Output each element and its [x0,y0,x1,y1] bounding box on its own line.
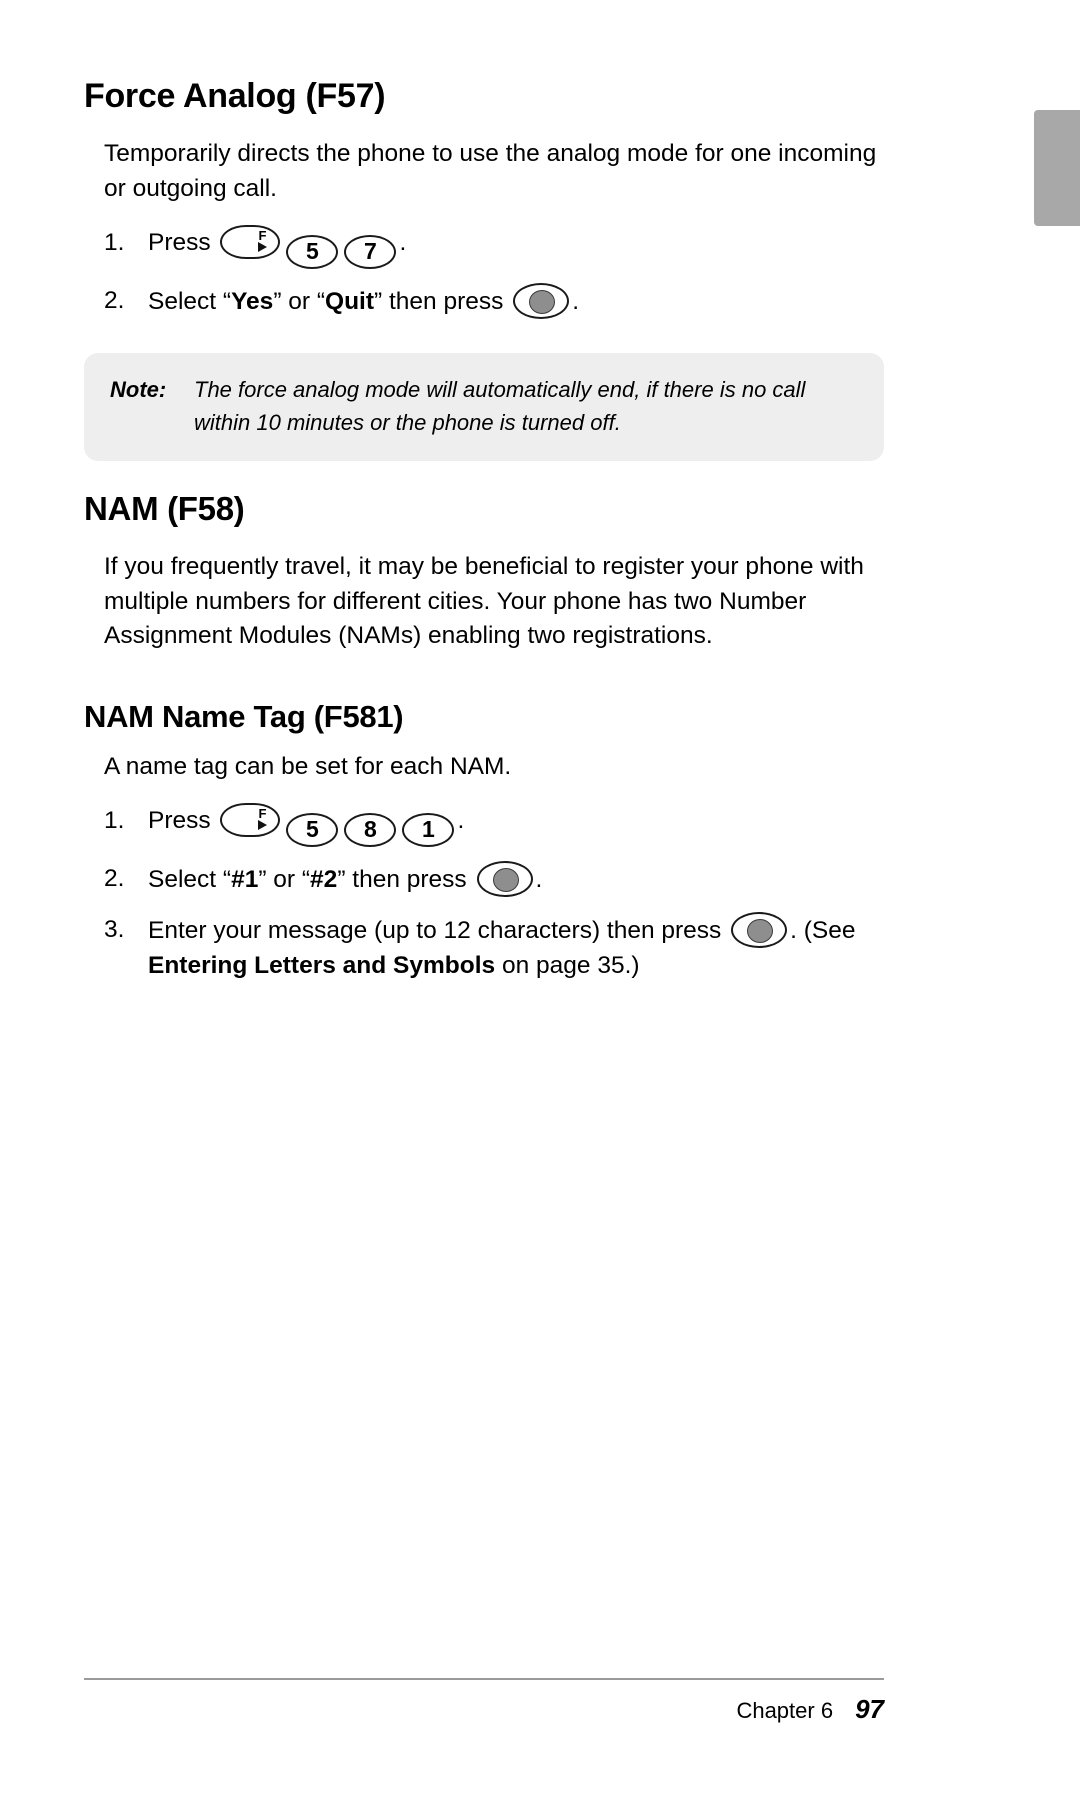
ok-button-icon[interactable] [513,282,570,319]
step-number: 2. [104,286,125,314]
step-number: 3. [104,915,125,943]
keypad-key-1[interactable]: 1 [402,812,455,847]
page-title: Force Analog (F57) [84,77,386,115]
nam-paragraph: If you frequently travel, it may be bene… [104,552,864,650]
option-label-quit: Quit [325,287,375,315]
arrow-right-icon [258,241,268,252]
option-label-nam1: #1 [231,865,259,893]
step-text: Select “#1” or “#2” then press . [148,860,884,898]
note-row: Note: The force analog mode will automat… [110,373,858,439]
footer-divider [84,1678,884,1680]
nam-heading: NAM (F58) [84,490,245,528]
force-analog-paragraph: Temporarily directs the phone to use the… [104,140,877,203]
keypad-key-7[interactable]: 7 [344,234,397,269]
ok-button-icon[interactable] [476,860,533,897]
list-item: 3. Enter your message (up to 12 characte… [104,911,884,984]
step-text: Press F 57. [148,224,884,269]
keypad-key-8[interactable]: 8 [344,812,397,847]
step-after-text: . (See [790,916,856,944]
nam-name-tag-steps: 1. Press F581. 2. Select “#1” or “#2” th… [104,802,884,984]
step-prefix-text: Press [148,228,211,256]
step-number: 1. [104,806,125,834]
step-number: 1. [104,228,125,256]
document-page: Force Analog (F57) Temporarily directs t… [0,0,1080,1800]
note-text: The force analog mode will automatically… [194,377,806,436]
page-footer: Chapter 6 97 [84,1694,884,1725]
note-label: Note: [110,377,167,403]
option-label-nam2: #2 [310,865,338,893]
step-suffix-text: . [457,806,465,834]
list-item: 2. Select “Yes” or “Quit” then press . [104,282,884,320]
function-key-letter: F [258,805,267,821]
step-mid-text: ” or “ [258,865,311,893]
cross-reference: Entering Letters and Symbols on page 35.… [148,948,884,984]
step-after-text: ” then press [337,865,467,893]
nam-name-tag-paragraph: A name tag can be set for each NAM. [104,753,512,781]
step-after-text: ” then press [374,287,504,315]
cross-reference-title: Entering Letters and Symbols [148,952,496,980]
page-content: Force Analog (F57) Temporarily directs t… [84,77,884,998]
step-prefix-text: Press [148,806,211,834]
keypad-key-5[interactable]: 5 [286,234,339,269]
note-callout: Note: The force analog mode will automat… [84,353,884,462]
list-item: 1. Press F581. [104,802,884,847]
function-key-icon[interactable]: F [220,224,281,259]
step-text: Press F 581. [148,802,884,847]
footer-chapter-label: Chapter 6 [736,1698,834,1723]
step-text: Enter your message (up to 12 characters)… [148,911,884,984]
function-key-icon[interactable]: F [220,802,281,837]
step-prefix-text: Select “ [148,287,232,315]
step-number: 2. [104,864,125,892]
force-analog-steps: 1. Press F 57. 2. Select “Yes” or “Quit” … [104,224,884,320]
ok-button-icon[interactable] [731,911,788,948]
step-suffix-text: . [535,865,543,893]
list-item: 1. Press F 57. [104,224,884,269]
nam-name-tag-body: A name tag can be set for each NAM. 1. P… [84,750,884,983]
step-suffix-text: . [399,228,407,256]
function-key-letter: F [258,227,267,243]
footer-page-number: 97 [855,1694,884,1724]
force-analog-body: Temporarily directs the phone to use the… [84,137,884,319]
step-text: Select “Yes” or “Quit” then press . [148,282,884,320]
keypad-key-5[interactable]: 5 [286,812,339,847]
nam-body: If you frequently travel, it may be bene… [84,550,884,654]
cross-reference-tail: on page 35.) [495,952,640,980]
chapter-edge-tab-marker [1034,110,1080,226]
step-prefix-text: Select “ [148,865,232,893]
step-mid-text: ” or “ [273,287,326,315]
list-item: 2. Select “#1” or “#2” then press . [104,860,884,898]
step-suffix-text: . [572,287,580,315]
arrow-right-icon [258,819,268,830]
step-prefix-text: Enter your message (up to 12 characters)… [148,916,722,944]
option-label-yes: Yes [231,287,274,315]
nam-name-tag-heading: NAM Name Tag (F581) [84,699,404,735]
